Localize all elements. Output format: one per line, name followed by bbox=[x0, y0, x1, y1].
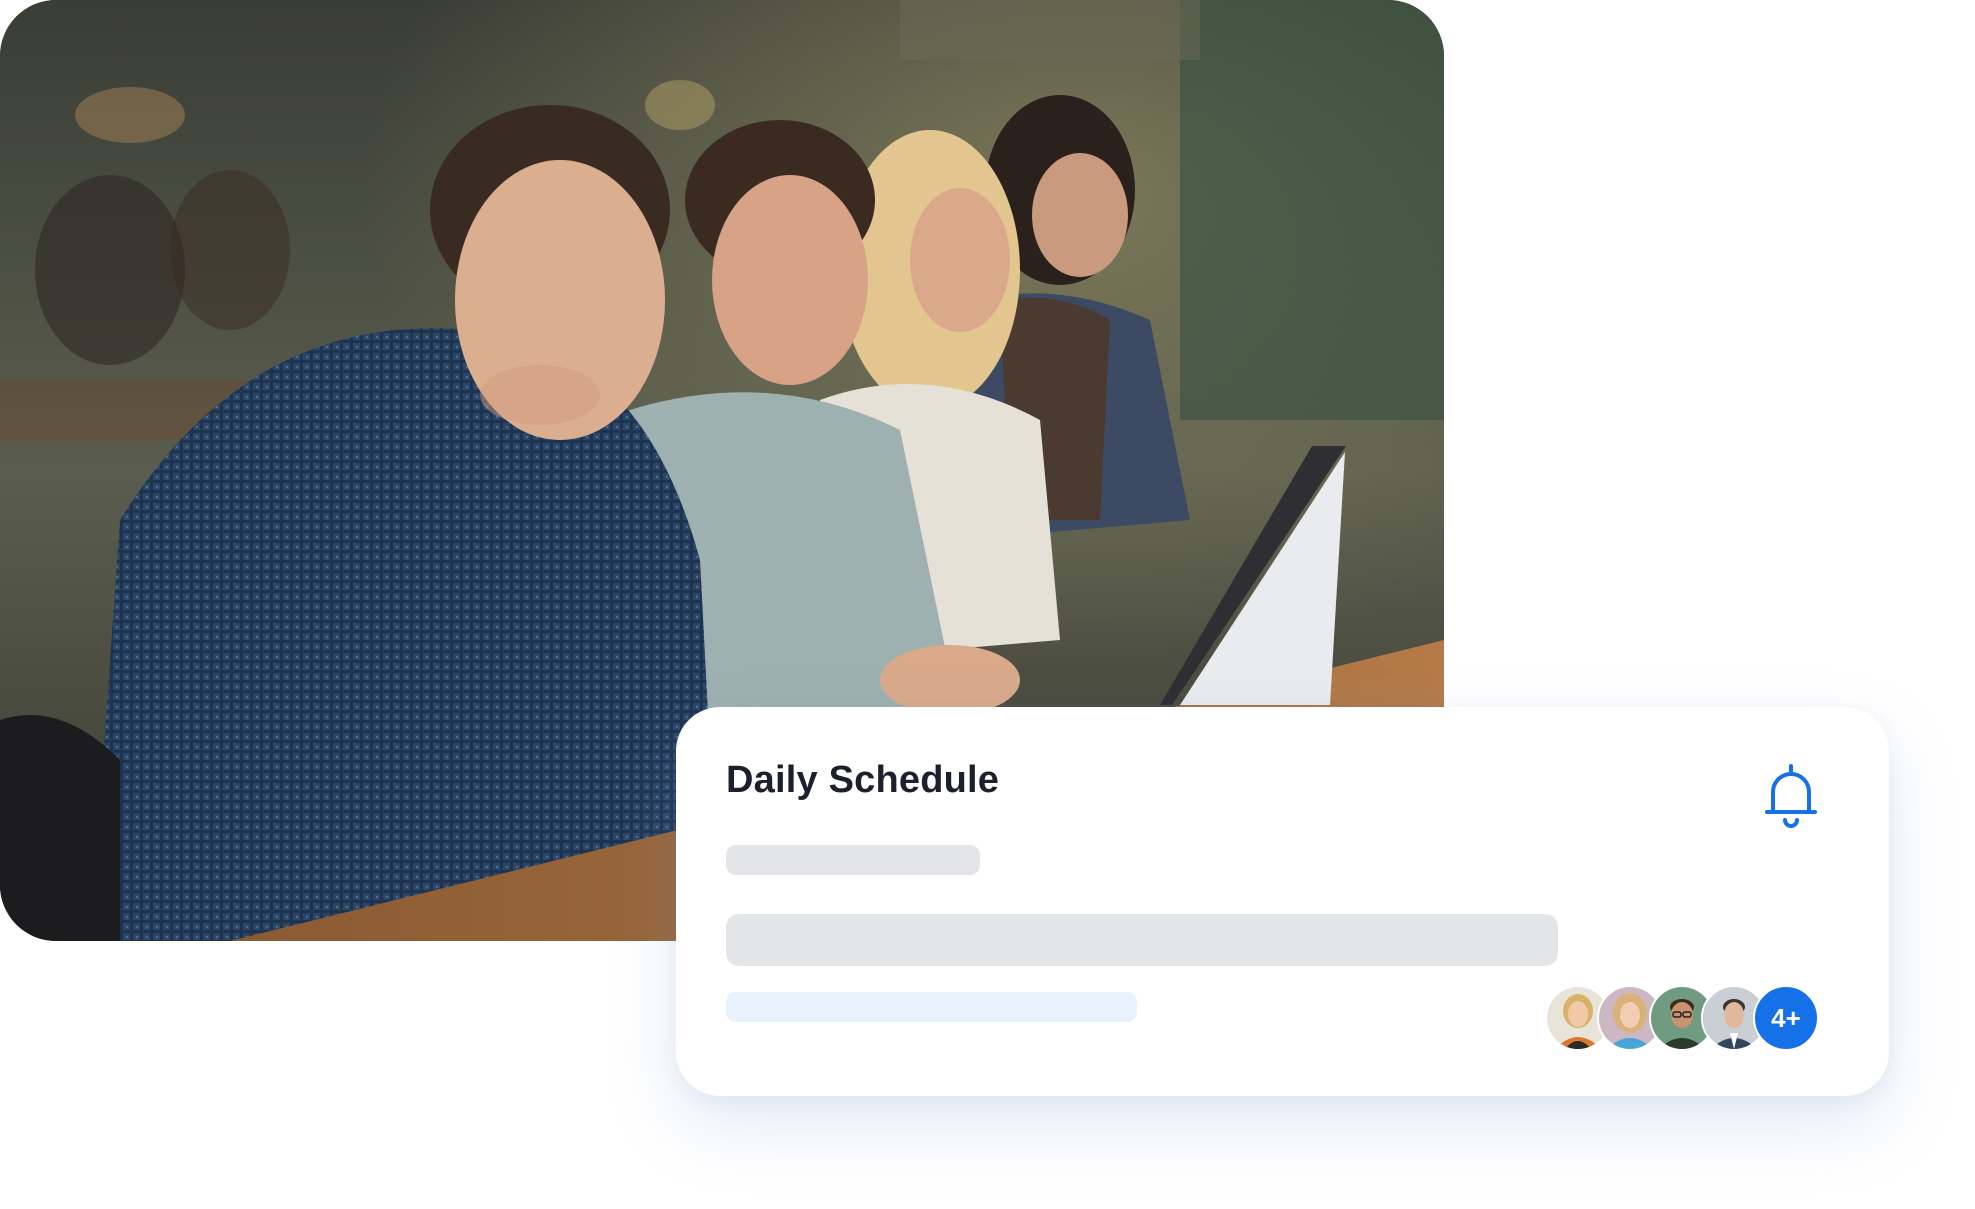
skeleton-line-long bbox=[726, 914, 1558, 966]
card-title: Daily Schedule bbox=[726, 759, 1000, 801]
bell-icon[interactable] bbox=[1763, 762, 1819, 828]
skeleton-line-short bbox=[726, 845, 980, 875]
daily-schedule-card[interactable]: Daily Schedule 4+ bbox=[676, 707, 1889, 1096]
avatar-overflow-count[interactable]: 4+ bbox=[1753, 985, 1819, 1051]
skeleton-line-accent bbox=[726, 992, 1137, 1022]
